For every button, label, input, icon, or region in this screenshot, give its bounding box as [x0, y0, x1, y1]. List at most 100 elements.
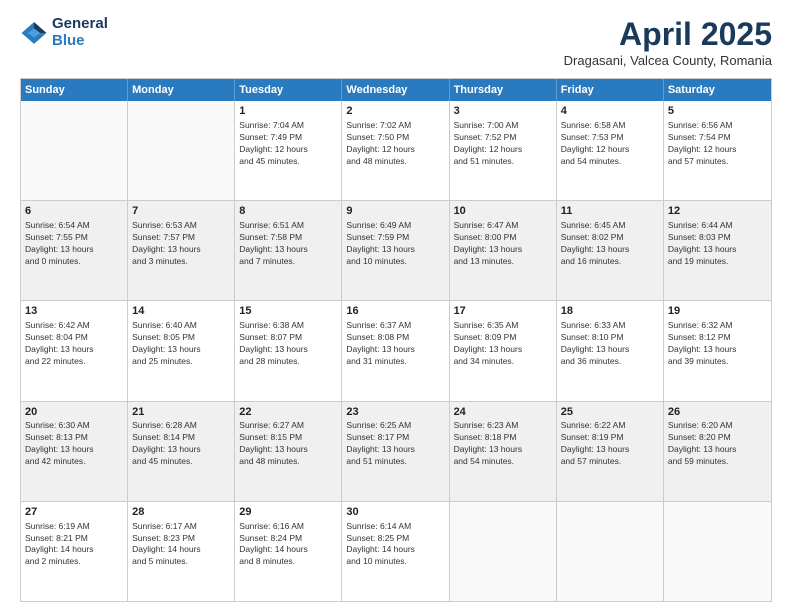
calendar-cell: 23Sunrise: 6:25 AMSunset: 8:17 PMDayligh… [342, 402, 449, 501]
logo-text: General Blue [52, 16, 108, 49]
calendar-row-1: 1Sunrise: 7:04 AMSunset: 7:49 PMDaylight… [21, 101, 771, 200]
cell-info: Sunrise: 6:47 AMSunset: 8:00 PMDaylight:… [454, 220, 552, 268]
header-monday: Monday [128, 79, 235, 101]
calendar-cell: 6Sunrise: 6:54 AMSunset: 7:55 PMDaylight… [21, 201, 128, 300]
day-number: 5 [668, 104, 767, 119]
day-number: 14 [132, 304, 230, 319]
day-number: 21 [132, 405, 230, 420]
cell-info: Sunrise: 7:00 AMSunset: 7:52 PMDaylight:… [454, 120, 552, 168]
day-number: 25 [561, 405, 659, 420]
calendar-cell: 14Sunrise: 6:40 AMSunset: 8:05 PMDayligh… [128, 301, 235, 400]
cell-info: Sunrise: 6:44 AMSunset: 8:03 PMDaylight:… [668, 220, 767, 268]
day-number: 13 [25, 304, 123, 319]
calendar-cell: 27Sunrise: 6:19 AMSunset: 8:21 PMDayligh… [21, 502, 128, 601]
calendar-cell: 4Sunrise: 6:58 AMSunset: 7:53 PMDaylight… [557, 101, 664, 200]
calendar-cell [450, 502, 557, 601]
day-number: 22 [239, 405, 337, 420]
calendar-row-5: 27Sunrise: 6:19 AMSunset: 8:21 PMDayligh… [21, 501, 771, 601]
day-number: 18 [561, 304, 659, 319]
day-number: 11 [561, 204, 659, 219]
cell-info: Sunrise: 6:58 AMSunset: 7:53 PMDaylight:… [561, 120, 659, 168]
header: General Blue April 2025 Dragasani, Valce… [20, 16, 772, 68]
location-title: Dragasani, Valcea County, Romania [564, 53, 772, 68]
cell-info: Sunrise: 6:19 AMSunset: 8:21 PMDaylight:… [25, 521, 123, 569]
cell-info: Sunrise: 6:49 AMSunset: 7:59 PMDaylight:… [346, 220, 444, 268]
calendar-cell: 3Sunrise: 7:00 AMSunset: 7:52 PMDaylight… [450, 101, 557, 200]
day-number: 23 [346, 405, 444, 420]
cell-info: Sunrise: 6:54 AMSunset: 7:55 PMDaylight:… [25, 220, 123, 268]
calendar-cell: 13Sunrise: 6:42 AMSunset: 8:04 PMDayligh… [21, 301, 128, 400]
calendar-cell: 11Sunrise: 6:45 AMSunset: 8:02 PMDayligh… [557, 201, 664, 300]
calendar-cell: 24Sunrise: 6:23 AMSunset: 8:18 PMDayligh… [450, 402, 557, 501]
calendar-header: Sunday Monday Tuesday Wednesday Thursday… [21, 79, 771, 101]
day-number: 15 [239, 304, 337, 319]
calendar-cell: 10Sunrise: 6:47 AMSunset: 8:00 PMDayligh… [450, 201, 557, 300]
cell-info: Sunrise: 6:40 AMSunset: 8:05 PMDaylight:… [132, 320, 230, 368]
calendar-row-3: 13Sunrise: 6:42 AMSunset: 8:04 PMDayligh… [21, 300, 771, 400]
day-number: 30 [346, 505, 444, 520]
day-number: 4 [561, 104, 659, 119]
cell-info: Sunrise: 6:51 AMSunset: 7:58 PMDaylight:… [239, 220, 337, 268]
cell-info: Sunrise: 6:23 AMSunset: 8:18 PMDaylight:… [454, 420, 552, 468]
calendar-cell: 22Sunrise: 6:27 AMSunset: 8:15 PMDayligh… [235, 402, 342, 501]
day-number: 16 [346, 304, 444, 319]
day-number: 3 [454, 104, 552, 119]
cell-info: Sunrise: 6:25 AMSunset: 8:17 PMDaylight:… [346, 420, 444, 468]
calendar-cell: 25Sunrise: 6:22 AMSunset: 8:19 PMDayligh… [557, 402, 664, 501]
calendar-cell: 16Sunrise: 6:37 AMSunset: 8:08 PMDayligh… [342, 301, 449, 400]
logo: General Blue [20, 16, 108, 49]
day-number: 24 [454, 405, 552, 420]
cell-info: Sunrise: 6:53 AMSunset: 7:57 PMDaylight:… [132, 220, 230, 268]
calendar-cell: 9Sunrise: 6:49 AMSunset: 7:59 PMDaylight… [342, 201, 449, 300]
day-number: 2 [346, 104, 444, 119]
month-title: April 2025 [564, 16, 772, 53]
cell-info: Sunrise: 6:17 AMSunset: 8:23 PMDaylight:… [132, 521, 230, 569]
day-number: 10 [454, 204, 552, 219]
calendar-row-4: 20Sunrise: 6:30 AMSunset: 8:13 PMDayligh… [21, 401, 771, 501]
cell-info: Sunrise: 6:22 AMSunset: 8:19 PMDaylight:… [561, 420, 659, 468]
title-block: April 2025 Dragasani, Valcea County, Rom… [564, 16, 772, 68]
calendar-cell: 2Sunrise: 7:02 AMSunset: 7:50 PMDaylight… [342, 101, 449, 200]
calendar-cell: 7Sunrise: 6:53 AMSunset: 7:57 PMDaylight… [128, 201, 235, 300]
cell-info: Sunrise: 6:32 AMSunset: 8:12 PMDaylight:… [668, 320, 767, 368]
calendar-cell: 30Sunrise: 6:14 AMSunset: 8:25 PMDayligh… [342, 502, 449, 601]
header-tuesday: Tuesday [235, 79, 342, 101]
calendar-cell: 26Sunrise: 6:20 AMSunset: 8:20 PMDayligh… [664, 402, 771, 501]
cell-info: Sunrise: 6:14 AMSunset: 8:25 PMDaylight:… [346, 521, 444, 569]
calendar: Sunday Monday Tuesday Wednesday Thursday… [20, 78, 772, 602]
calendar-cell: 12Sunrise: 6:44 AMSunset: 8:03 PMDayligh… [664, 201, 771, 300]
calendar-cell: 28Sunrise: 6:17 AMSunset: 8:23 PMDayligh… [128, 502, 235, 601]
calendar-cell: 21Sunrise: 6:28 AMSunset: 8:14 PMDayligh… [128, 402, 235, 501]
calendar-cell [21, 101, 128, 200]
calendar-row-2: 6Sunrise: 6:54 AMSunset: 7:55 PMDaylight… [21, 200, 771, 300]
logo-icon [20, 19, 48, 47]
header-saturday: Saturday [664, 79, 771, 101]
header-friday: Friday [557, 79, 664, 101]
day-number: 12 [668, 204, 767, 219]
calendar-cell: 20Sunrise: 6:30 AMSunset: 8:13 PMDayligh… [21, 402, 128, 501]
calendar-cell: 29Sunrise: 6:16 AMSunset: 8:24 PMDayligh… [235, 502, 342, 601]
logo-general-text: General [52, 16, 108, 33]
calendar-cell [557, 502, 664, 601]
header-sunday: Sunday [21, 79, 128, 101]
calendar-cell: 17Sunrise: 6:35 AMSunset: 8:09 PMDayligh… [450, 301, 557, 400]
header-wednesday: Wednesday [342, 79, 449, 101]
cell-info: Sunrise: 7:02 AMSunset: 7:50 PMDaylight:… [346, 120, 444, 168]
calendar-body: 1Sunrise: 7:04 AMSunset: 7:49 PMDaylight… [21, 101, 771, 601]
cell-info: Sunrise: 6:56 AMSunset: 7:54 PMDaylight:… [668, 120, 767, 168]
cell-info: Sunrise: 6:30 AMSunset: 8:13 PMDaylight:… [25, 420, 123, 468]
cell-info: Sunrise: 6:27 AMSunset: 8:15 PMDaylight:… [239, 420, 337, 468]
calendar-cell [664, 502, 771, 601]
day-number: 6 [25, 204, 123, 219]
calendar-cell: 1Sunrise: 7:04 AMSunset: 7:49 PMDaylight… [235, 101, 342, 200]
calendar-cell: 8Sunrise: 6:51 AMSunset: 7:58 PMDaylight… [235, 201, 342, 300]
cell-info: Sunrise: 6:45 AMSunset: 8:02 PMDaylight:… [561, 220, 659, 268]
day-number: 20 [25, 405, 123, 420]
day-number: 1 [239, 104, 337, 119]
cell-info: Sunrise: 6:33 AMSunset: 8:10 PMDaylight:… [561, 320, 659, 368]
day-number: 7 [132, 204, 230, 219]
calendar-cell [128, 101, 235, 200]
day-number: 8 [239, 204, 337, 219]
calendar-cell: 15Sunrise: 6:38 AMSunset: 8:07 PMDayligh… [235, 301, 342, 400]
day-number: 29 [239, 505, 337, 520]
